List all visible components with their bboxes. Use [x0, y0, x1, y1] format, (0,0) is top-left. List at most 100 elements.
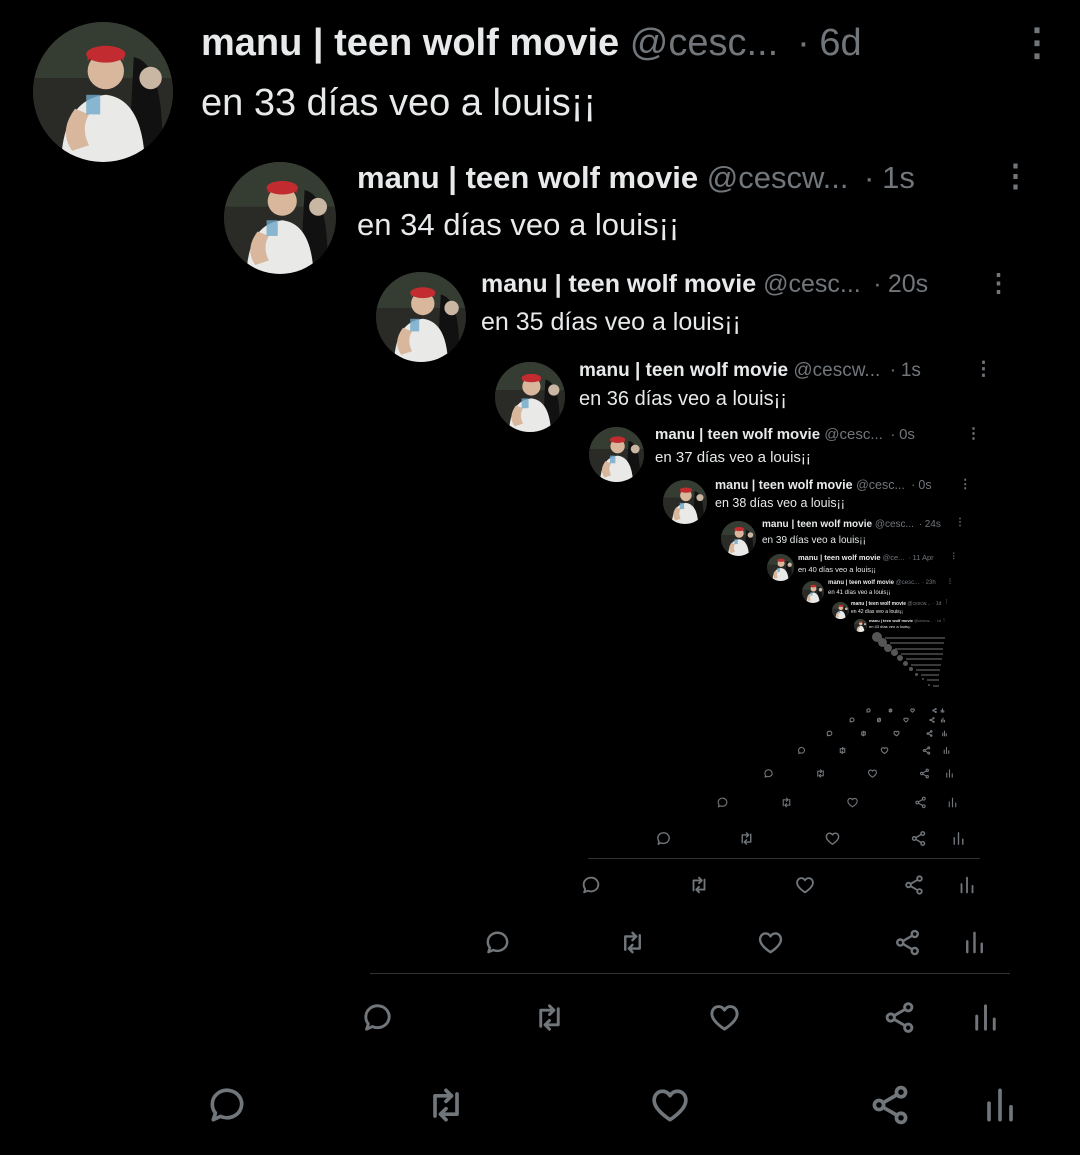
more-vertical-icon[interactable]: ⋮	[966, 424, 981, 442]
reply-icon[interactable]	[716, 796, 729, 809]
user-handle[interactable]: @ce...	[883, 553, 905, 562]
views-icon[interactable]	[940, 717, 946, 723]
share-icon[interactable]	[926, 730, 933, 737]
retweet-icon[interactable]	[860, 730, 867, 737]
reply-icon[interactable]	[360, 1000, 395, 1035]
more-vertical-icon[interactable]: ⋮	[1018, 20, 1056, 65]
like-icon[interactable]	[880, 746, 889, 755]
reply-icon[interactable]	[866, 708, 871, 713]
more-vertical-icon[interactable]: ⋮	[942, 617, 946, 622]
retweet-icon[interactable]	[780, 796, 793, 809]
share-icon[interactable]	[929, 717, 935, 723]
share-icon[interactable]	[893, 928, 922, 957]
display-name[interactable]: manu | teen wolf movie	[357, 160, 698, 196]
user-handle[interactable]: @cesc...	[896, 580, 919, 586]
share-icon[interactable]	[922, 746, 931, 755]
avatar[interactable]	[495, 362, 565, 432]
like-icon[interactable]	[756, 928, 785, 957]
retweet-icon[interactable]	[888, 708, 893, 713]
avatar[interactable]	[224, 162, 336, 274]
user-handle[interactable]: @cescw...	[793, 360, 880, 382]
reply-icon[interactable]	[797, 746, 806, 755]
display-name[interactable]: manu | teen wolf movie	[481, 270, 756, 299]
more-vertical-icon[interactable]: ⋮	[959, 476, 972, 491]
views-icon[interactable]	[941, 730, 948, 737]
retweet-icon[interactable]	[738, 830, 755, 847]
timestamp[interactable]: 0s	[899, 426, 915, 443]
more-vertical-icon[interactable]: ⋮	[950, 551, 958, 560]
avatar[interactable]	[767, 554, 794, 581]
share-icon[interactable]	[914, 796, 927, 809]
retweet-icon[interactable]	[815, 768, 826, 779]
display-name[interactable]: manu | teen wolf movie	[579, 360, 788, 382]
timestamp[interactable]: 0s	[918, 478, 931, 492]
reply-icon[interactable]	[205, 1083, 249, 1127]
timestamp[interactable]: 23h	[926, 580, 936, 586]
retweet-icon[interactable]	[532, 1000, 567, 1035]
avatar[interactable]	[33, 22, 173, 162]
like-icon[interactable]	[794, 874, 816, 896]
timestamp[interactable]: 6d	[819, 22, 861, 65]
retweet-icon[interactable]	[424, 1083, 468, 1127]
user-handle[interactable]: @cesc...	[856, 478, 905, 492]
like-icon[interactable]	[648, 1083, 692, 1127]
like-icon[interactable]	[893, 730, 900, 737]
retweet-icon[interactable]	[876, 717, 882, 723]
reply-icon[interactable]	[763, 768, 774, 779]
share-icon[interactable]	[882, 1000, 917, 1035]
avatar[interactable]	[663, 480, 707, 524]
views-icon[interactable]	[940, 708, 945, 713]
display-name[interactable]: manu | teen wolf movie	[869, 618, 913, 623]
timestamp[interactable]: 20s	[888, 270, 928, 299]
display-name[interactable]: manu | teen wolf movie	[201, 22, 619, 65]
views-icon[interactable]	[944, 768, 955, 779]
share-icon[interactable]	[910, 830, 927, 847]
like-icon[interactable]	[910, 708, 915, 713]
timestamp[interactable]: 24s	[925, 519, 941, 530]
avatar[interactable]	[721, 521, 756, 556]
user-handle[interactable]: @cesc...	[875, 519, 914, 530]
share-icon[interactable]	[919, 768, 930, 779]
like-icon[interactable]	[707, 1000, 742, 1035]
avatar[interactable]	[589, 427, 644, 482]
like-icon[interactable]	[903, 717, 909, 723]
user-handle[interactable]: @cescw...	[907, 601, 930, 607]
views-icon[interactable]	[942, 746, 951, 755]
reply-icon[interactable]	[655, 830, 672, 847]
display-name[interactable]: manu | teen wolf movie	[798, 553, 881, 562]
more-vertical-icon[interactable]: ⋮	[986, 268, 1011, 298]
more-vertical-icon[interactable]: ⋮	[947, 578, 953, 585]
timestamp[interactable]: 1s	[901, 360, 921, 382]
timestamp[interactable]: 1d	[936, 601, 942, 607]
views-icon[interactable]	[950, 830, 967, 847]
retweet-icon[interactable]	[838, 746, 847, 755]
retweet-icon[interactable]	[618, 928, 647, 957]
more-vertical-icon[interactable]: ⋮	[955, 517, 965, 528]
reply-icon[interactable]	[849, 717, 855, 723]
avatar[interactable]	[854, 619, 867, 632]
like-icon[interactable]	[846, 796, 859, 809]
display-name[interactable]: manu | teen wolf movie	[828, 580, 894, 586]
user-handle[interactable]: @cesc...	[763, 270, 861, 299]
timestamp[interactable]: 1d	[937, 618, 941, 623]
like-icon[interactable]	[824, 830, 841, 847]
views-icon[interactable]	[960, 928, 989, 957]
user-handle[interactable]: @cesc...	[630, 22, 778, 65]
timestamp[interactable]: 1s	[882, 160, 915, 196]
more-vertical-icon[interactable]: ⋮	[944, 599, 949, 605]
display-name[interactable]: manu | teen wolf movie	[715, 478, 853, 492]
reply-icon[interactable]	[580, 874, 602, 896]
timestamp[interactable]: 11 Apr	[913, 553, 934, 562]
views-icon[interactable]	[978, 1083, 1022, 1127]
like-icon[interactable]	[867, 768, 878, 779]
views-icon[interactable]	[946, 796, 959, 809]
user-handle[interactable]: @cescw...	[707, 160, 849, 196]
display-name[interactable]: manu | teen wolf movie	[655, 426, 820, 443]
retweet-icon[interactable]	[688, 874, 710, 896]
user-handle[interactable]: @cescw...	[914, 618, 932, 623]
avatar[interactable]	[802, 581, 824, 603]
share-icon[interactable]	[903, 874, 925, 896]
more-vertical-icon[interactable]: ⋮	[1000, 158, 1031, 194]
reply-icon[interactable]	[826, 730, 833, 737]
display-name[interactable]: manu | teen wolf movie	[851, 601, 906, 607]
